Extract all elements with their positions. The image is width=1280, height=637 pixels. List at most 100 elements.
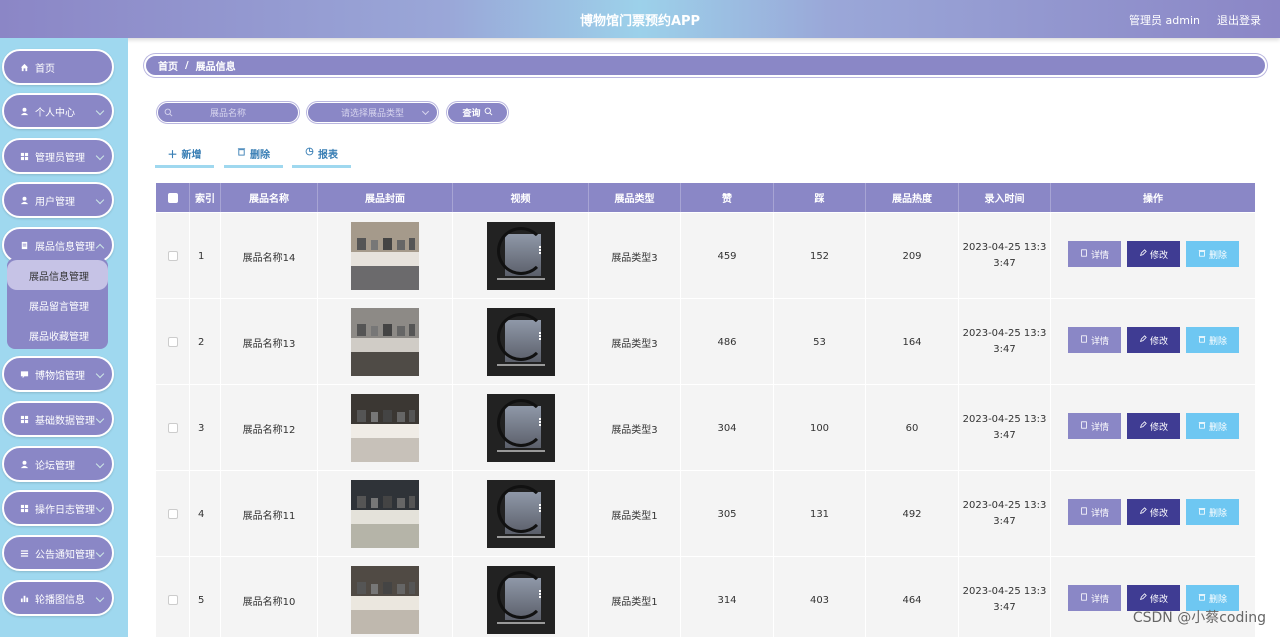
submenu-item-exhibit-favorites[interactable]: 展品收藏管理: [7, 320, 108, 350]
video-player[interactable]: [486, 566, 555, 634]
query-label: 查询: [462, 109, 481, 119]
sidebar-item-label: 轮播图信息: [35, 594, 85, 606]
chart-icon: [20, 594, 29, 603]
sidebar-item-carousel[interactable]: 轮播图信息: [2, 580, 114, 616]
delete-row-label: 删除: [1208, 250, 1227, 261]
doc-icon: [20, 241, 29, 250]
select-all-cell: [156, 183, 190, 212]
sidebar-item-label: 博物馆管理: [35, 370, 85, 382]
sidebar-item-basic-data[interactable]: 基础数据管理: [2, 401, 114, 437]
pencil-icon: [1139, 592, 1147, 604]
delete-row-button[interactable]: 删除: [1186, 499, 1239, 525]
detail-button[interactable]: 详情: [1068, 585, 1121, 611]
exhibit-cover-image[interactable]: [351, 480, 419, 548]
video-player[interactable]: [486, 394, 555, 462]
chevron-down-icon: [95, 151, 105, 161]
sidebar-item-notice[interactable]: 公告通知管理: [2, 535, 114, 571]
video-player[interactable]: [486, 308, 555, 376]
video-progress-bar[interactable]: [496, 536, 545, 538]
breadcrumb-home[interactable]: 首页: [158, 58, 178, 73]
video-player[interactable]: [486, 222, 555, 290]
sidebar-item-profile[interactable]: 个人中心: [2, 93, 114, 129]
exhibit-cover-image[interactable]: [351, 394, 419, 462]
query-button[interactable]: 查询: [447, 102, 508, 123]
exhibit-cover-image[interactable]: [351, 308, 419, 376]
detail-button[interactable]: 详情: [1068, 499, 1121, 525]
video-progress-bar[interactable]: [496, 364, 545, 366]
doc-icon: [1080, 592, 1088, 604]
pencil-icon: [1139, 248, 1147, 260]
row-checkbox[interactable]: [167, 423, 178, 433]
sidebar-item-admin[interactable]: 管理员管理: [2, 138, 114, 174]
like-cell: 314: [681, 557, 774, 637]
delete-row-button[interactable]: 删除: [1186, 413, 1239, 439]
time-cell: 2023-04-25 13:3 3:47: [959, 213, 1051, 299]
delete-row-button[interactable]: 删除: [1186, 327, 1239, 353]
row-checkbox[interactable]: [167, 509, 178, 519]
video-progress-bar[interactable]: [496, 278, 545, 280]
video-progress-bar[interactable]: [496, 450, 545, 452]
doc-icon: [1080, 506, 1088, 518]
plus-icon: ＋: [167, 149, 178, 161]
table-row: 2 展品名称13 展品类型3 486 53 164 2023-04-25 13:…: [156, 299, 1255, 385]
detail-button[interactable]: 详情: [1068, 413, 1121, 439]
search-name-input[interactable]: 展品名称: [157, 102, 299, 123]
sidebar-item-label: 个人中心: [35, 107, 75, 119]
name-cell: 展品名称11: [221, 471, 318, 557]
sidebar-item-users[interactable]: 用户管理: [2, 182, 114, 218]
more-options-icon: [538, 504, 541, 512]
detail-label: 详情: [1090, 508, 1109, 519]
trash-icon: [1198, 335, 1206, 346]
report-button[interactable]: 报表: [292, 141, 351, 168]
chevron-down-icon: [95, 593, 105, 603]
submenu-item-exhibit-comments[interactable]: 展品留言管理: [7, 290, 108, 320]
sidebar-item-label: 公告通知管理: [35, 549, 95, 561]
sidebar-item-forum[interactable]: 论坛管理: [2, 446, 114, 482]
row-checkbox[interactable]: [167, 595, 178, 605]
row-checkbox[interactable]: [167, 251, 178, 261]
sidebar-item-home[interactable]: 首页: [2, 49, 114, 85]
col-header: 展品封面: [318, 183, 453, 212]
add-button[interactable]: ＋ 新增: [155, 141, 214, 168]
cover-cell: [318, 385, 453, 471]
heat-cell: 164: [866, 299, 959, 385]
exhibit-type-select[interactable]: 请选择展品类型: [307, 102, 438, 123]
video-player[interactable]: [486, 480, 555, 548]
entry-time: 2023-04-25 13:3 3:47: [963, 240, 1047, 272]
detail-label: 详情: [1090, 594, 1109, 605]
video-progress-bar[interactable]: [496, 622, 545, 624]
edit-button[interactable]: 修改: [1127, 241, 1180, 267]
edit-button[interactable]: 修改: [1127, 499, 1180, 525]
search-icon: [484, 107, 493, 119]
admin-label: 管理员 admin: [1129, 14, 1200, 27]
edit-button[interactable]: 修改: [1127, 327, 1180, 353]
logout-link[interactable]: 退出登录: [1217, 12, 1261, 28]
sidebar-item-museum[interactable]: 博物馆管理: [2, 356, 114, 392]
entry-time-line1: 2023-04-25 13:3: [962, 586, 1047, 597]
sidebar-item-op-log[interactable]: 操作日志管理: [2, 490, 114, 526]
trash-icon: [237, 147, 246, 159]
type-cell: 展品类型3: [589, 299, 681, 385]
cover-cell: [318, 471, 453, 557]
table-row: 5 展品名称10 展品类型1 314 403 464 2023-04-25 13…: [156, 557, 1255, 637]
time-cell: 2023-04-25 13:3 3:47: [959, 385, 1051, 471]
video-cell: [453, 557, 589, 637]
exhibit-cover-image[interactable]: [351, 566, 419, 634]
edit-button[interactable]: 修改: [1127, 413, 1180, 439]
submenu-item-exhibit-info[interactable]: 展品信息管理: [7, 260, 108, 290]
time-cell: 2023-04-25 13:3 3:47: [959, 471, 1051, 557]
row-select-cell: [156, 213, 190, 299]
detail-button[interactable]: 详情: [1068, 241, 1121, 267]
select-all-checkbox[interactable]: [167, 192, 178, 203]
cover-cell: [318, 557, 453, 637]
trash-icon: [1198, 249, 1206, 260]
exhibit-cover-image[interactable]: [351, 222, 419, 290]
delete-button[interactable]: 删除: [224, 141, 283, 168]
row-checkbox[interactable]: [167, 337, 178, 347]
chat-icon: [20, 370, 29, 379]
entry-time-line1: 2023-04-25 13:3: [962, 414, 1047, 425]
delete-row-button[interactable]: 删除: [1186, 241, 1239, 267]
edit-label: 修改: [1149, 336, 1168, 347]
type-select-placeholder: 请选择展品类型: [340, 109, 404, 119]
detail-button[interactable]: 详情: [1068, 327, 1121, 353]
